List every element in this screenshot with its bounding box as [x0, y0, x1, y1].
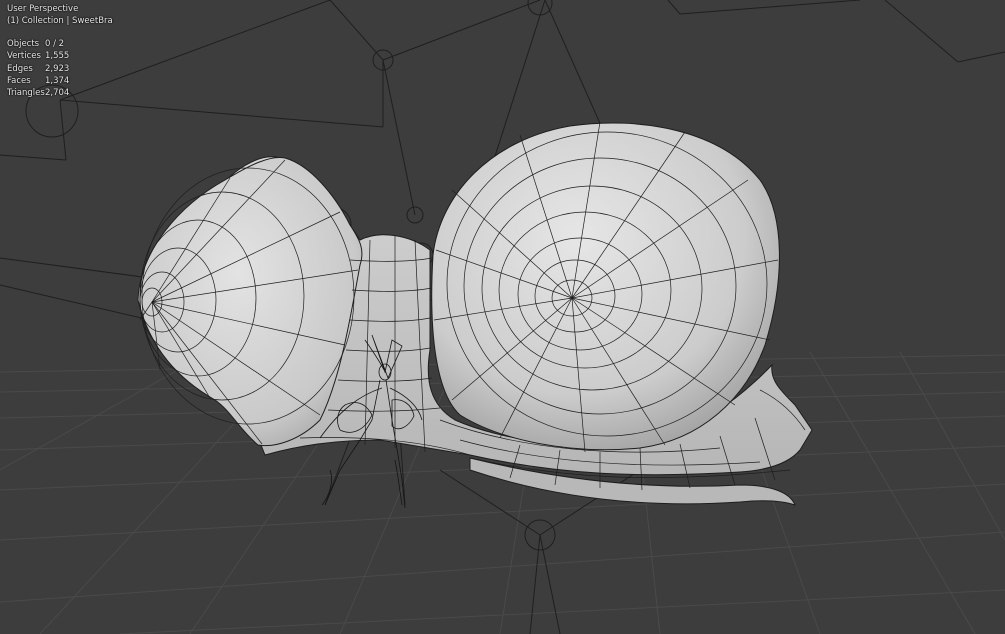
collection-label: (1) Collection | SweetBra	[7, 16, 113, 27]
stat-label: Objects	[7, 38, 40, 49]
stat-value: 1,374	[45, 76, 70, 87]
right-cup[interactable]	[431, 122, 780, 451]
stat-row-vertices: Vertices 1,555	[7, 50, 113, 62]
stat-label: Faces	[7, 76, 31, 87]
viewport-canvas[interactable]	[0, 0, 1005, 634]
stat-row-faces: Faces 1,374	[7, 75, 113, 87]
viewport-info-overlay: User Perspective (1) Collection | SweetB…	[7, 3, 113, 100]
stat-row-triangles: Triangles 2,704	[7, 87, 113, 99]
3d-viewport[interactable]: User Perspective (1) Collection | SweetB…	[0, 0, 1005, 634]
stat-value: 0 / 2	[45, 38, 65, 49]
stat-value: 2,923	[45, 63, 70, 74]
stat-label: Triangles	[7, 88, 45, 99]
stat-value: 2,704	[45, 88, 70, 99]
stat-value: 1,555	[45, 51, 70, 62]
view-label: User Perspective	[7, 4, 79, 14]
stat-label: Edges	[7, 63, 33, 74]
stat-label: Vertices	[7, 51, 41, 62]
stat-row-edges: Edges 2,923	[7, 63, 113, 75]
stat-row-objects: Objects 0 / 2	[7, 38, 113, 50]
bra-mesh[interactable]	[137, 121, 813, 506]
